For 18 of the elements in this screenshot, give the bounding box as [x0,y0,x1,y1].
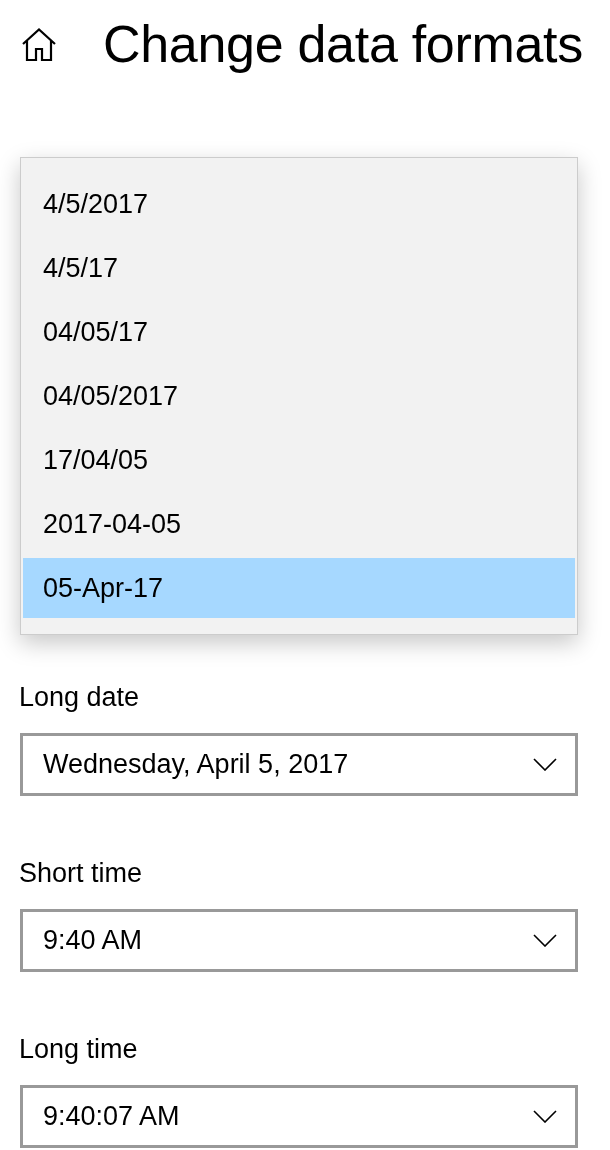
page-title: Change data formats [103,14,583,75]
home-icon[interactable] [22,27,56,61]
field-label: Long date [19,681,140,714]
field-label: Short time [19,857,143,890]
menu-option[interactable]: 2017-04-05 [23,494,575,554]
dropdown-field[interactable]: 9:40:07 AM [20,1085,578,1148]
chevron-down-icon [533,934,557,947]
menu-option[interactable]: 05-Apr-17 [23,558,575,618]
chevron-down-icon [533,1110,557,1123]
menu-option[interactable]: 4/5/2017 [23,174,575,234]
chevron-down-icon [533,758,557,771]
menu-option[interactable]: 04/05/17 [23,302,575,362]
menu-option[interactable]: 04/05/2017 [23,366,575,426]
menu-option[interactable]: 4/5/17 [23,238,575,298]
dropdown-field[interactable]: 9:40 AM [20,909,578,972]
field-label: Long time [19,1033,138,1066]
menu-option[interactable]: 17/04/05 [23,430,575,490]
dropdown-field[interactable]: Wednesday, April 5, 2017 [20,733,578,796]
